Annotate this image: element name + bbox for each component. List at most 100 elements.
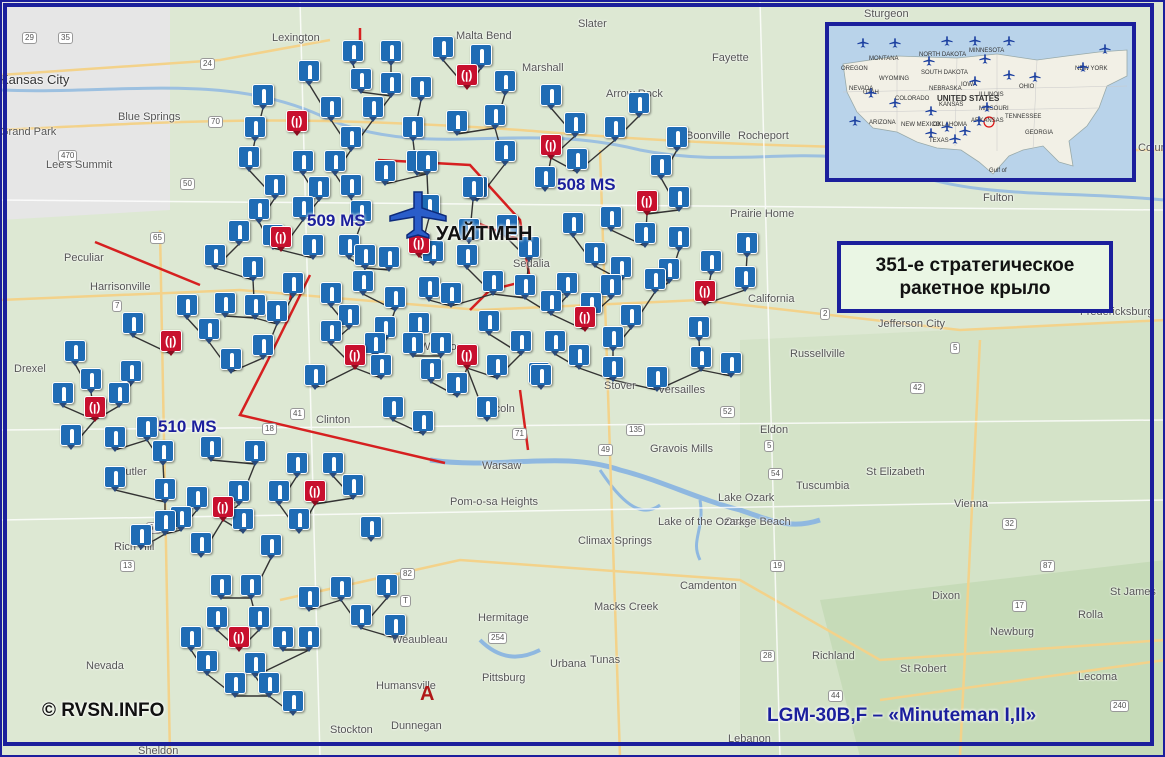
- missile-silo-icon[interactable]: [60, 424, 82, 450]
- missile-silo-icon[interactable]: [196, 650, 218, 676]
- missile-silo-icon[interactable]: [564, 112, 586, 138]
- missile-silo-icon[interactable]: [650, 154, 672, 180]
- missile-silo-icon[interactable]: [268, 480, 290, 506]
- missile-silo-icon[interactable]: [190, 532, 212, 558]
- missile-silo-icon[interactable]: [530, 364, 552, 390]
- missile-silo-icon[interactable]: [322, 452, 344, 478]
- missile-silo-icon[interactable]: [198, 318, 220, 344]
- missile-silo-icon[interactable]: [484, 104, 506, 130]
- missile-silo-icon[interactable]: [258, 672, 280, 698]
- missile-silo-icon[interactable]: [544, 330, 566, 356]
- missile-silo-icon[interactable]: [420, 358, 442, 384]
- missile-silo-icon[interactable]: [350, 68, 372, 94]
- missile-silo-icon[interactable]: [540, 84, 562, 110]
- missile-silo-icon[interactable]: [272, 626, 294, 652]
- missile-silo-icon[interactable]: [646, 366, 668, 392]
- launch-control-center-icon[interactable]: (ꞁ): [636, 190, 658, 216]
- missile-silo-icon[interactable]: [108, 382, 130, 408]
- missile-silo-icon[interactable]: [688, 316, 710, 342]
- missile-silo-icon[interactable]: [720, 352, 742, 378]
- missile-silo-icon[interactable]: [152, 440, 174, 466]
- missile-silo-icon[interactable]: [668, 186, 690, 212]
- missile-silo-icon[interactable]: [562, 212, 584, 238]
- missile-silo-icon[interactable]: [220, 348, 242, 374]
- missile-silo-icon[interactable]: [690, 346, 712, 372]
- missile-silo-icon[interactable]: [206, 606, 228, 632]
- missile-silo-icon[interactable]: [320, 96, 342, 122]
- missile-silo-icon[interactable]: [510, 330, 532, 356]
- missile-silo-icon[interactable]: [478, 310, 500, 336]
- missile-silo-icon[interactable]: [486, 354, 508, 380]
- missile-silo-icon[interactable]: [136, 416, 158, 442]
- launch-control-center-icon[interactable]: (ꞁ): [574, 306, 596, 332]
- launch-control-center-icon[interactable]: (ꞁ): [160, 330, 182, 356]
- missile-silo-icon[interactable]: [380, 72, 402, 98]
- missile-silo-icon[interactable]: [736, 232, 758, 258]
- missile-silo-icon[interactable]: [288, 508, 310, 534]
- missile-silo-icon[interactable]: [282, 690, 304, 716]
- missile-silo-icon[interactable]: [440, 282, 462, 308]
- missile-silo-icon[interactable]: [104, 426, 126, 452]
- map-canvas[interactable]: Kansas City Lexington Malta Bend Slater Stur…: [0, 0, 1165, 757]
- missile-silo-icon[interactable]: [430, 332, 452, 358]
- missile-silo-icon[interactable]: [64, 340, 86, 366]
- missile-silo-icon[interactable]: [252, 334, 274, 360]
- missile-silo-icon[interactable]: [324, 150, 346, 176]
- missile-silo-icon[interactable]: [240, 574, 262, 600]
- launch-control-center-icon[interactable]: (ꞁ): [456, 344, 478, 370]
- missile-silo-icon[interactable]: [700, 250, 722, 276]
- missile-silo-icon[interactable]: [376, 574, 398, 600]
- missile-silo-icon[interactable]: [476, 396, 498, 422]
- missile-silo-icon[interactable]: [320, 320, 342, 346]
- launch-control-center-icon[interactable]: (ꞁ): [286, 110, 308, 136]
- missile-silo-icon[interactable]: [214, 292, 236, 318]
- missile-silo-icon[interactable]: [244, 294, 266, 320]
- missile-silo-icon[interactable]: [410, 76, 432, 102]
- launch-control-center-icon[interactable]: (ꞁ): [304, 480, 326, 506]
- missile-silo-icon[interactable]: [154, 478, 176, 504]
- missile-silo-icon[interactable]: [242, 256, 264, 282]
- missile-silo-icon[interactable]: [416, 150, 438, 176]
- missile-silo-icon[interactable]: [204, 244, 226, 270]
- missile-silo-icon[interactable]: [302, 234, 324, 260]
- missile-silo-icon[interactable]: [482, 270, 504, 296]
- missile-silo-icon[interactable]: [644, 268, 666, 294]
- launch-control-center-icon[interactable]: (ꞁ): [344, 344, 366, 370]
- missile-silo-icon[interactable]: [352, 270, 374, 296]
- missile-silo-icon[interactable]: [446, 372, 468, 398]
- missile-silo-icon[interactable]: [340, 174, 362, 200]
- missile-silo-icon[interactable]: [264, 174, 286, 200]
- missile-silo-icon[interactable]: [566, 148, 588, 174]
- missile-silo-icon[interactable]: [382, 396, 404, 422]
- missile-silo-icon[interactable]: [514, 274, 536, 300]
- missile-silo-icon[interactable]: [604, 116, 626, 142]
- missile-silo-icon[interactable]: [80, 368, 102, 394]
- missile-silo-icon[interactable]: [432, 36, 454, 62]
- missile-silo-icon[interactable]: [380, 40, 402, 66]
- missile-silo-icon[interactable]: [180, 626, 202, 652]
- missile-silo-icon[interactable]: [228, 220, 250, 246]
- missile-silo-icon[interactable]: [540, 290, 562, 316]
- missile-silo-icon[interactable]: [350, 604, 372, 630]
- missile-silo-icon[interactable]: [130, 524, 152, 550]
- missile-silo-icon[interactable]: [494, 140, 516, 166]
- missile-silo-icon[interactable]: [342, 40, 364, 66]
- missile-silo-icon[interactable]: [354, 244, 376, 270]
- missile-silo-icon[interactable]: [224, 672, 246, 698]
- missile-silo-icon[interactable]: [304, 364, 326, 390]
- missile-silo-icon[interactable]: [244, 116, 266, 142]
- launch-control-center-icon[interactable]: (ꞁ): [228, 626, 250, 652]
- missile-silo-icon[interactable]: [600, 274, 622, 300]
- missile-silo-icon[interactable]: [584, 242, 606, 268]
- missile-silo-icon[interactable]: [340, 126, 362, 152]
- missile-silo-icon[interactable]: [248, 606, 270, 632]
- launch-control-center-icon[interactable]: (ꞁ): [84, 396, 106, 422]
- missile-silo-icon[interactable]: [330, 576, 352, 602]
- missile-silo-icon[interactable]: [342, 474, 364, 500]
- missile-silo-icon[interactable]: [402, 332, 424, 358]
- launch-control-center-icon[interactable]: (ꞁ): [270, 226, 292, 252]
- missile-silo-icon[interactable]: [462, 176, 484, 202]
- missile-silo-icon[interactable]: [260, 534, 282, 560]
- missile-silo-icon[interactable]: [286, 452, 308, 478]
- missile-silo-icon[interactable]: [238, 146, 260, 172]
